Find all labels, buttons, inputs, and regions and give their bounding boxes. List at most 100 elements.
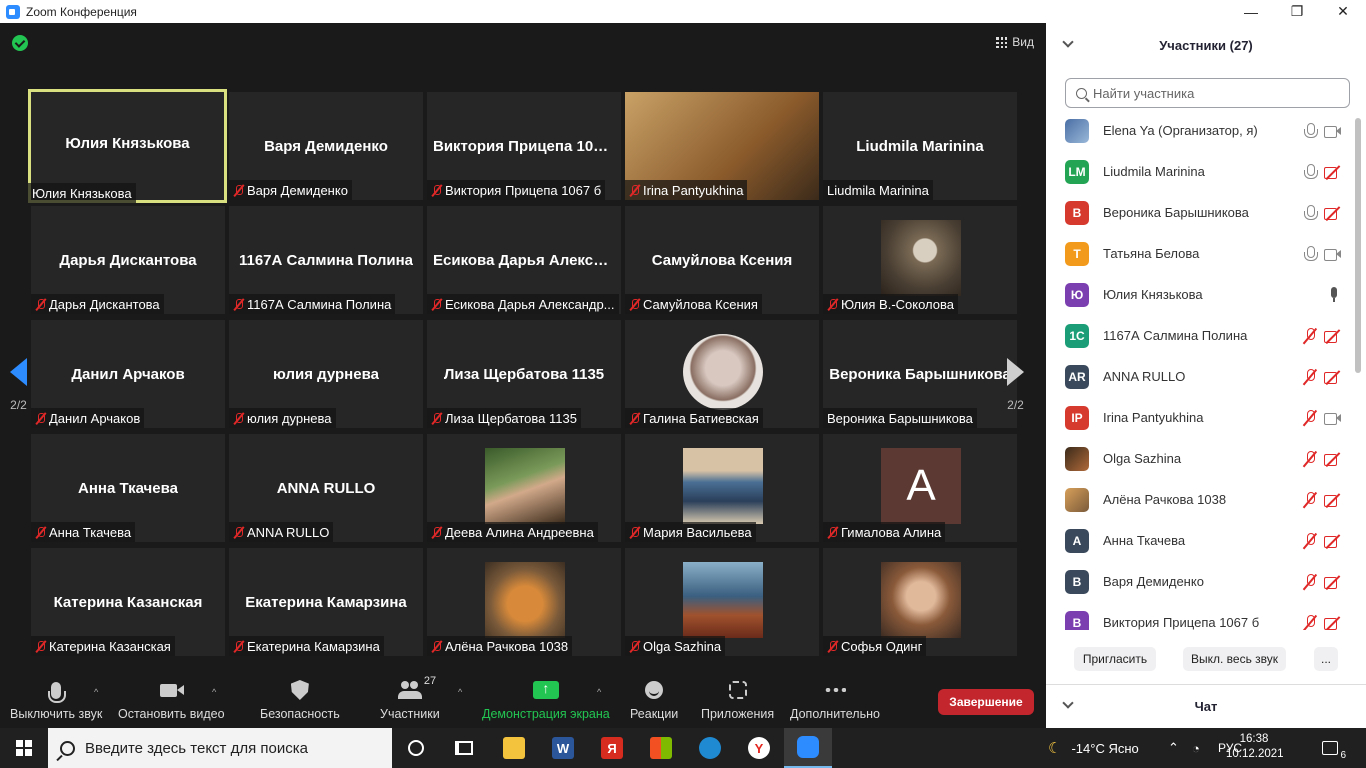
participant-row[interactable]: IP Irina Pantyukhina [1046,397,1354,438]
video-tile[interactable]: Olga Sazhina [625,548,819,656]
invite-button[interactable]: Пригласить [1074,647,1156,671]
video-tile[interactable]: Юлия Князькова Юлия Князькова [28,89,227,203]
camera-off-icon[interactable] [1324,617,1342,630]
video-tile[interactable]: Юлия В.-Соколова [823,206,1017,314]
next-page-button[interactable]: 2/2 [1007,358,1024,412]
video-tile[interactable]: Деева Алина Андреевна [427,434,621,542]
start-button[interactable] [0,728,48,768]
word-app[interactable]: W [539,728,587,768]
video-tile[interactable]: Екатерина Камарзина Екатерина Камарзина [229,548,423,656]
video-tile[interactable]: Дарья Дискантова Дарья Дискантова [31,206,225,314]
video-tile[interactable]: Галина Батиевская [625,320,819,428]
end-meeting-button[interactable]: Завершение [938,689,1034,715]
store-app[interactable] [637,728,685,768]
mic-muted-icon[interactable] [1304,614,1316,631]
task-view-button[interactable] [440,728,488,768]
share-options-caret[interactable]: ^ [597,687,601,697]
collapse-chevron-icon[interactable] [1062,36,1074,48]
participant-row[interactable]: В Вероника Барышникова [1046,192,1354,233]
microphone-icon[interactable] [1304,163,1318,180]
video-tile[interactable]: Софья Одинг [823,548,1017,656]
participant-row[interactable]: AR ANNA RULLO [1046,356,1354,397]
video-options-caret[interactable]: ^ [212,687,216,697]
video-tile[interactable]: Алёна Рачкова 1038 [427,548,621,656]
minimize-button[interactable]: — [1228,0,1274,23]
yandex-browser-app[interactable]: Я [588,728,636,768]
video-tile[interactable]: Виктория Прицепа 1067 б Виктория Прицепа … [427,92,621,200]
video-tile[interactable]: Самуйлова Ксения Самуйлова Ксения [625,206,819,314]
share-screen-button[interactable]: Демонстрация экрана [482,675,610,728]
apps-button[interactable]: Приложения [701,675,774,728]
video-tile[interactable]: Катерина Казанская Катерина Казанская [31,548,225,656]
camera-off-icon[interactable] [1324,371,1342,384]
zoom-app[interactable] [784,728,832,768]
participant-row[interactable]: Elena Ya (Организатор, я) [1046,110,1354,151]
participant-row[interactable]: Ю Юлия Князькова [1046,274,1354,315]
microphone-icon[interactable] [1304,122,1318,139]
microphone-icon[interactable] [1328,286,1340,303]
mic-muted-icon[interactable] [1304,409,1316,426]
chat-chevron-icon[interactable] [1062,697,1074,709]
microphone-icon[interactable] [1304,204,1318,221]
video-tile[interactable]: A Гималова Алина [823,434,1017,542]
notifications-button[interactable]: 6 [1322,728,1346,768]
camera-off-icon[interactable] [1324,494,1342,507]
mic-muted-icon[interactable] [1304,573,1316,590]
participant-row[interactable]: Olga Sazhina [1046,438,1354,479]
more-button[interactable]: Дополнительно [790,675,880,728]
close-button[interactable]: ✕ [1320,0,1366,23]
camera-icon[interactable] [1324,125,1342,138]
maximize-button[interactable]: ❐ [1274,0,1320,23]
scrollbar-thumb[interactable] [1355,118,1361,373]
stop-video-button[interactable]: Остановить видео [118,675,225,728]
tray-overflow-button[interactable]: ⌃ [1168,728,1179,768]
participants-options-caret[interactable]: ^ [458,687,462,697]
video-tile[interactable]: Мария Васильева [625,434,819,542]
camera-icon[interactable] [1324,248,1342,261]
microphone-icon[interactable] [1304,245,1318,262]
video-tile[interactable]: ANNA RULLO ANNA RULLO [229,434,423,542]
camera-off-icon[interactable] [1324,166,1342,179]
participant-row[interactable]: Т Татьяна Белова [1046,233,1354,274]
camera-off-icon[interactable] [1324,535,1342,548]
mute-button[interactable]: Выключить звук [10,675,102,728]
reactions-button[interactable]: Реакции [630,675,678,728]
weather-widget[interactable]: ☾ -14°C Ясно [1048,728,1139,768]
mute-all-button[interactable]: Выкл. весь звук [1183,647,1286,671]
camera-icon[interactable] [1324,412,1342,425]
camera-off-icon[interactable] [1324,453,1342,466]
camera-off-icon[interactable] [1324,207,1342,220]
video-tile[interactable]: Анна Ткачева Анна Ткачева [31,434,225,542]
edge-app[interactable] [686,728,734,768]
participant-row[interactable]: А Анна Ткачева [1046,520,1354,561]
camera-off-icon[interactable] [1324,330,1342,343]
video-tile[interactable]: Вероника Барышникова Вероника Барышникова [823,320,1017,428]
video-tile[interactable]: Варя Демиденко Варя Демиденко [229,92,423,200]
file-explorer-app[interactable] [490,728,538,768]
mic-muted-icon[interactable] [1304,450,1316,467]
participants-button[interactable]: 27 Участники [380,675,440,728]
encryption-shield-icon[interactable] [12,35,28,51]
participant-row[interactable]: LM Liudmila Marinina [1046,151,1354,192]
clock[interactable]: 16:38 10.12.2021 [1226,732,1284,762]
mic-muted-icon[interactable] [1304,491,1316,508]
video-tile[interactable]: Liudmila Marinina Liudmila Marinina [823,92,1017,200]
video-tile[interactable]: юлия дурнева юлия дурнева [229,320,423,428]
video-tile[interactable]: Есикова Дарья Александровна Есикова Дарья… [427,206,621,314]
video-tile[interactable]: Irina Pantyukhina [625,92,819,200]
cortana-button[interactable] [392,728,440,768]
mic-muted-icon[interactable] [1304,532,1316,549]
participant-list-scrollbar[interactable] [1354,110,1362,630]
taskbar-search-box[interactable]: Введите здесь текст для поиска [48,728,392,768]
chat-panel-header[interactable]: Чат [1046,685,1366,728]
participant-row[interactable]: В Виктория Прицепа 1067 б [1046,602,1354,630]
network-button[interactable]: ◔ [1192,728,1200,768]
audio-options-caret[interactable]: ^ [94,687,98,697]
video-tile[interactable]: 1167А Салмина Полина 1167А Салмина Полина [229,206,423,314]
panel-more-button[interactable]: ... [1314,647,1338,671]
participant-row[interactable]: 1С 1167А Салмина Полина [1046,315,1354,356]
participant-search-input[interactable] [1093,85,1333,101]
participant-row[interactable]: В Варя Демиденко [1046,561,1354,602]
mic-muted-icon[interactable] [1304,368,1316,385]
mic-muted-icon[interactable] [1304,327,1316,344]
